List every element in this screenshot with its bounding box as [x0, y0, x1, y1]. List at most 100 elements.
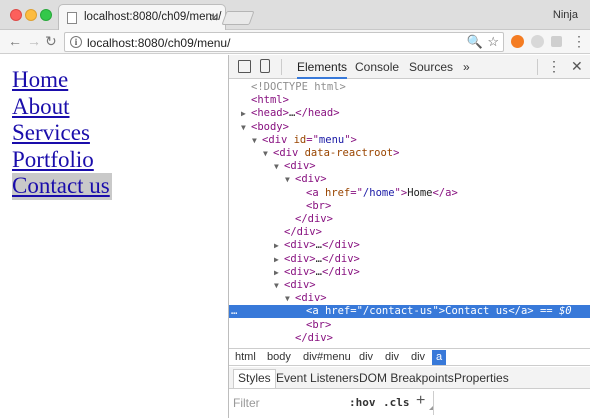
dom-node-selected[interactable]: … <a href="/contact-us">Contact us</a> ==…: [229, 305, 590, 319]
dom-node[interactable]: <html>: [229, 94, 590, 107]
close-devtools-icon[interactable]: ✕: [571, 58, 583, 75]
new-tab-button[interactable]: [221, 11, 255, 25]
tab-sources[interactable]: Sources: [409, 60, 453, 74]
expand-toggle-icon[interactable]: ▼: [241, 121, 251, 134]
markup-tag: </div>: [321, 265, 360, 278]
dom-node[interactable]: ▶ <div>…</div>: [229, 253, 590, 266]
tab-styles[interactable]: Styles: [233, 369, 276, 388]
more-tabs-button[interactable]: »: [463, 60, 470, 74]
address-bar[interactable]: i localhost:8080/ch09/menu/ 🔍 ☆: [64, 32, 504, 52]
breadcrumb-item[interactable]: a: [432, 350, 447, 365]
minimize-window-button[interactable]: [25, 9, 37, 21]
devtools-menu-icon[interactable]: ⋮: [547, 58, 561, 75]
dom-node[interactable]: ▼ <div>: [229, 279, 590, 292]
bookmark-star-icon[interactable]: ☆: [487, 34, 499, 50]
markup-val: menu: [318, 133, 345, 146]
menu-link-home[interactable]: Home: [12, 67, 112, 94]
close-window-button[interactable]: [10, 9, 22, 21]
dom-node[interactable]: </div>: [229, 213, 590, 226]
breadcrumb-item[interactable]: div: [385, 351, 399, 363]
markup-tag: <br>: [306, 199, 332, 212]
markup-tag: <div>: [284, 252, 316, 265]
page-viewport: Home About Services Portfolio Contact us: [0, 55, 228, 418]
tab-event-listeners[interactable]: Event Listeners: [276, 371, 359, 385]
dom-node[interactable]: ▼ <div>: [229, 160, 590, 173]
dom-node[interactable]: ▶ <div>…</div>: [229, 266, 590, 279]
markup-val: /contact-us: [362, 305, 433, 318]
reload-button[interactable]: ↻: [45, 33, 57, 50]
breadcrumb-item[interactable]: html: [235, 351, 256, 363]
hover-state-toggle[interactable]: :hov: [349, 396, 376, 409]
dom-node[interactable]: <br>: [229, 200, 590, 213]
new-rule-button[interactable]: +: [416, 392, 425, 410]
tab-dom-breakpoints[interactable]: DOM Breakpoints: [359, 371, 454, 385]
expand-toggle-icon[interactable]: ▼: [274, 279, 284, 292]
dom-node[interactable]: ▼ <body>: [229, 121, 590, 134]
zoom-window-button[interactable]: [40, 9, 52, 21]
markup-tag: <div: [273, 147, 305, 159]
extension-icon[interactable]: [511, 35, 524, 48]
tab-console[interactable]: Console: [355, 60, 399, 74]
browser-tab[interactable]: localhost:8080/ch09/menu/ ×: [58, 4, 226, 31]
dom-node[interactable]: ▼ <div>: [229, 173, 590, 186]
expand-toggle-icon[interactable]: ▼: [263, 147, 273, 160]
dom-node[interactable]: </div>: [229, 226, 590, 239]
dom-node[interactable]: ▼ <div id="menu">: [229, 134, 590, 147]
devtools-panel: Elements Console Sources » ⋮ ✕ <!DOCTYPE…: [228, 55, 590, 418]
markup-tag: </div>: [295, 213, 333, 225]
extension-icon[interactable]: [551, 36, 562, 47]
zoom-icon[interactable]: 🔍: [467, 34, 483, 50]
browser-menu-icon[interactable]: ⋮: [572, 33, 586, 50]
markup-tag: <div>: [284, 239, 316, 252]
dom-node[interactable]: ▶ <head>…</head>: [229, 107, 590, 120]
device-toolbar-icon[interactable]: [260, 59, 270, 73]
profile-name[interactable]: Ninja: [553, 9, 578, 21]
class-toggle[interactable]: .cls: [383, 396, 410, 409]
dom-node[interactable]: <br>: [229, 319, 590, 332]
markup-tag: <html>: [251, 94, 289, 107]
browser-toolbar: ← → ↻ i localhost:8080/ch09/menu/ 🔍 ☆ ⋮: [0, 30, 590, 54]
dom-node[interactable]: ▶ <div>…</div>: [229, 239, 590, 252]
dom-node[interactable]: </div>: [229, 332, 590, 345]
breadcrumb-item[interactable]: div: [359, 351, 373, 363]
dom-node[interactable]: <a href="/home">Home</a>: [229, 187, 590, 200]
markup-tag: ">: [432, 305, 446, 318]
page-icon: [67, 12, 77, 24]
node-actions-icon[interactable]: …: [231, 305, 237, 318]
tab-elements[interactable]: Elements: [297, 60, 348, 79]
back-button[interactable]: ←: [8, 33, 22, 49]
markup-tag: <div>: [284, 265, 316, 278]
expand-toggle-icon[interactable]: ▼: [285, 292, 295, 305]
dom-node[interactable]: <!DOCTYPE html>: [229, 81, 590, 94]
breadcrumb-item[interactable]: div#menu: [303, 351, 351, 363]
extension-icon[interactable]: [531, 35, 544, 48]
inspect-element-icon[interactable]: [238, 60, 251, 73]
menu-link-portfolio[interactable]: Portfolio: [12, 147, 112, 174]
dom-node[interactable]: ▼ <div>: [229, 292, 590, 305]
menu-link-contact-us[interactable]: Contact us: [12, 173, 112, 200]
forward-button[interactable]: →: [27, 33, 41, 49]
url-text[interactable]: localhost:8080/ch09/menu/: [87, 36, 230, 50]
breadcrumb-item[interactable]: body: [267, 351, 291, 363]
filter-input[interactable]: Filter: [233, 396, 260, 410]
tab-close-icon[interactable]: ×: [210, 9, 218, 25]
markup-comment: <!DOCTYPE html>: [251, 81, 346, 93]
dom-node[interactable]: ▼ <div data-reactroot>: [229, 147, 590, 160]
breadcrumb-item[interactable]: div: [411, 351, 425, 363]
expand-toggle-icon[interactable]: ▶: [241, 107, 251, 120]
markup-attr: id: [293, 133, 307, 146]
markup-tag: <br>: [306, 318, 332, 331]
menu-link-about[interactable]: About: [12, 94, 112, 121]
menu-link-services[interactable]: Services: [12, 120, 112, 147]
markup-tag: <body>: [251, 120, 289, 133]
expand-toggle-icon[interactable]: ▶: [274, 253, 284, 266]
expand-toggle-icon[interactable]: ▼: [274, 160, 284, 173]
expand-toggle-icon[interactable]: ▶: [274, 239, 284, 252]
expand-toggle-icon[interactable]: ▼: [285, 173, 295, 186]
info-icon[interactable]: i: [70, 36, 82, 48]
tab-properties[interactable]: Properties: [454, 371, 509, 385]
markup-tag: =": [306, 133, 319, 146]
markup-tag: =": [350, 305, 363, 318]
expand-toggle-icon[interactable]: ▶: [274, 266, 284, 279]
expand-toggle-icon[interactable]: ▼: [252, 134, 262, 147]
